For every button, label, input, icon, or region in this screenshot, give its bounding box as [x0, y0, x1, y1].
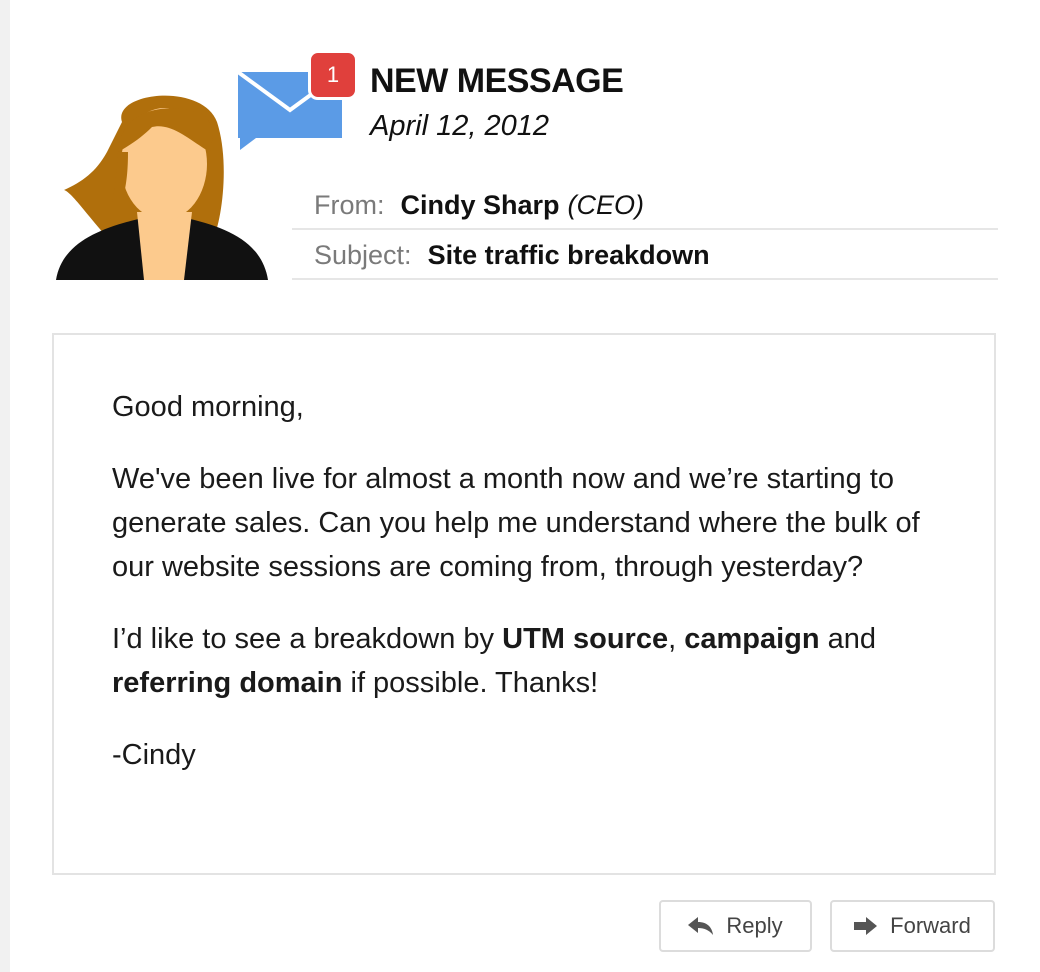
- p2-text-1: I’d like to see a breakdown by: [112, 623, 503, 655]
- subject-value: Site traffic breakdown: [427, 239, 710, 270]
- p2-text-2: ,: [668, 623, 685, 655]
- p2-bold-referring-domain: referring domain: [112, 667, 343, 699]
- reply-label: Reply: [726, 913, 783, 938]
- paragraph-2: I’d like to see a breakdown by UTM sourc…: [112, 617, 932, 705]
- subject-label: Subject:: [314, 239, 412, 270]
- unread-count-badge: 1: [308, 50, 358, 100]
- message-date: April 12, 2012: [370, 110, 549, 142]
- p2-bold-campaign: campaign: [684, 623, 820, 655]
- sender-role: (CEO): [567, 189, 645, 220]
- forward-label: Forward: [890, 913, 971, 938]
- p2-bold-utm-source: UTM source: [502, 623, 669, 655]
- subject-row: Subject: Site traffic breakdown: [292, 232, 998, 280]
- sender-name: Cindy Sharp: [400, 189, 560, 220]
- from-row: From: Cindy Sharp (CEO): [292, 182, 998, 230]
- message-body: Good morning, We've been live for almost…: [52, 333, 996, 875]
- paragraph-1: We've been live for almost a month now a…: [112, 463, 920, 583]
- reply-button[interactable]: Reply: [659, 900, 812, 952]
- p2-text-3: and: [819, 623, 877, 655]
- reply-arrow-icon: [688, 917, 714, 935]
- forward-arrow-icon: [854, 917, 878, 935]
- forward-button[interactable]: Forward: [830, 900, 995, 952]
- page-title: NEW MESSAGE: [370, 62, 624, 100]
- greeting: Good morning,: [112, 391, 304, 423]
- signature: -Cindy: [112, 739, 196, 771]
- from-label: From:: [314, 189, 385, 220]
- p2-text-4: if possible. Thanks!: [342, 667, 599, 699]
- message-text: Good morning, We've been live for almost…: [112, 385, 932, 805]
